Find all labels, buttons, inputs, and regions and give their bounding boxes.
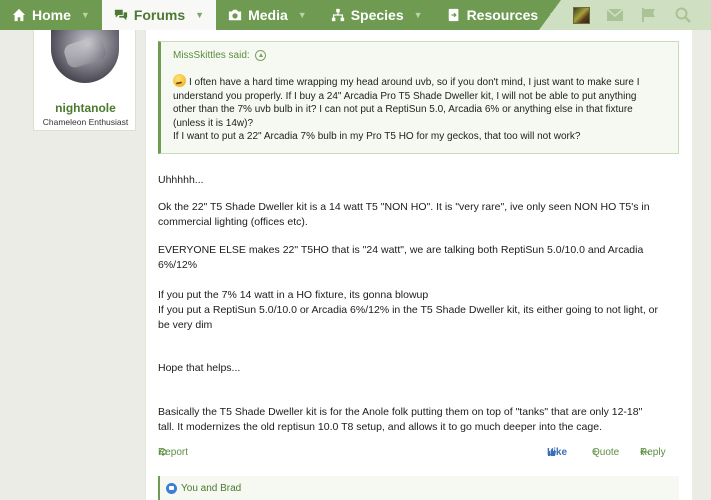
- nav-tab-species[interactable]: Species ▼: [319, 0, 435, 30]
- post-paragraph: Basically the T5 Shade Dweller kit is fo…: [158, 406, 643, 418]
- nav-tab-media[interactable]: Media ▼: [216, 0, 319, 30]
- chevron-down-icon[interactable]: ▼: [81, 10, 90, 20]
- forums-icon: [114, 9, 127, 21]
- username[interactable]: nightanole: [34, 101, 137, 115]
- thinking-emoji-icon: [173, 74, 186, 87]
- post-paragraph: tall. It modernizes the old reptisun 10.…: [158, 421, 602, 433]
- nav-tab-label: Resources: [466, 7, 539, 23]
- quote-label: Quote: [592, 447, 620, 458]
- post-paragraph: 6%/12%: [158, 259, 198, 271]
- post-paragraph: EVERYONE ELSE makes 22" T5HO that is "24…: [158, 244, 644, 256]
- post-paragraph: If you put the 7% 14 watt in a HO fixtur…: [158, 289, 429, 301]
- report-label: Report: [158, 447, 189, 458]
- nav-tab-label: Forums: [133, 7, 186, 23]
- like-label: Like: [547, 447, 568, 458]
- post-paragraph: commercial lighting (offices etc).: [158, 216, 308, 228]
- quote-text: I often have a hard time wrapping my hea…: [173, 74, 676, 144]
- quote-block: MissSkittles said: I often have a hard t…: [158, 41, 679, 154]
- quote-author[interactable]: MissSkittles said:: [173, 50, 266, 61]
- user-avatar[interactable]: [573, 6, 590, 24]
- chevron-down-icon[interactable]: ▼: [195, 10, 204, 20]
- nav-tab-forums[interactable]: Forums ▼: [101, 0, 217, 30]
- avatar[interactable]: [51, 30, 119, 83]
- top-nav: Home ▼ Forums ▼ Media ▼ Species ▼ Resour…: [0, 0, 711, 30]
- reactions-text[interactable]: You and Brad: [181, 483, 241, 494]
- post-paragraph: Ok the 22" T5 Shade Dweller kit is a 14 …: [158, 201, 650, 213]
- species-icon: [331, 8, 344, 22]
- search-icon[interactable]: [674, 7, 692, 23]
- jump-to-quote-icon[interactable]: [254, 50, 266, 61]
- post-paragraph: be very dim: [158, 319, 213, 331]
- flag-icon[interactable]: [640, 7, 658, 23]
- quote-line: (unless it is 14w)?: [173, 117, 254, 129]
- nav-tab-home[interactable]: Home ▼: [0, 0, 102, 30]
- chevron-down-icon[interactable]: ▼: [298, 10, 307, 20]
- user-card: nightanole Chameleon Enthusiast: [33, 30, 136, 131]
- quote-button[interactable]: + Quote: [592, 447, 619, 458]
- reply-label: Reply: [640, 447, 666, 458]
- post-actions: Report Like + Quote Reply: [158, 447, 679, 461]
- like-button[interactable]: Like: [547, 447, 567, 458]
- user-title: Chameleon Enthusiast: [42, 117, 129, 127]
- camera-icon: [228, 9, 242, 21]
- chevron-down-icon[interactable]: ▼: [414, 10, 423, 20]
- nav-user-area: [539, 0, 711, 30]
- reactions-bar[interactable]: You and Brad: [158, 476, 679, 500]
- quote-line: other than the 7% uvb bulb in it? I can …: [173, 104, 633, 115]
- mail-icon[interactable]: [606, 7, 624, 23]
- nav-tab-label: Media: [248, 7, 288, 23]
- home-icon: [12, 8, 26, 22]
- like-reaction-icon: [166, 482, 177, 494]
- nav-tab-label: Species: [350, 7, 404, 23]
- quote-line: If I want to put a 22" Arcadia 7% bulb i…: [173, 131, 581, 142]
- post-paragraph: Uhhhhh...: [158, 174, 204, 186]
- post: MissSkittles said: I often have a hard t…: [145, 30, 692, 500]
- report-button[interactable]: Report: [158, 447, 188, 458]
- quote-line: understand you properly. If I buy a 24" …: [173, 90, 637, 102]
- post-paragraph: Hope that helps...: [158, 362, 241, 374]
- nav-tab-label: Home: [32, 7, 71, 23]
- post-paragraph: If you put a ReptiSun 5.0/10.0 or Arcadi…: [158, 304, 659, 316]
- quote-line: I often have a hard time wrapping my hea…: [173, 74, 676, 90]
- resources-icon: [448, 8, 458, 22]
- reply-button[interactable]: Reply: [640, 447, 666, 458]
- quote-author-label: MissSkittles said:: [173, 50, 250, 61]
